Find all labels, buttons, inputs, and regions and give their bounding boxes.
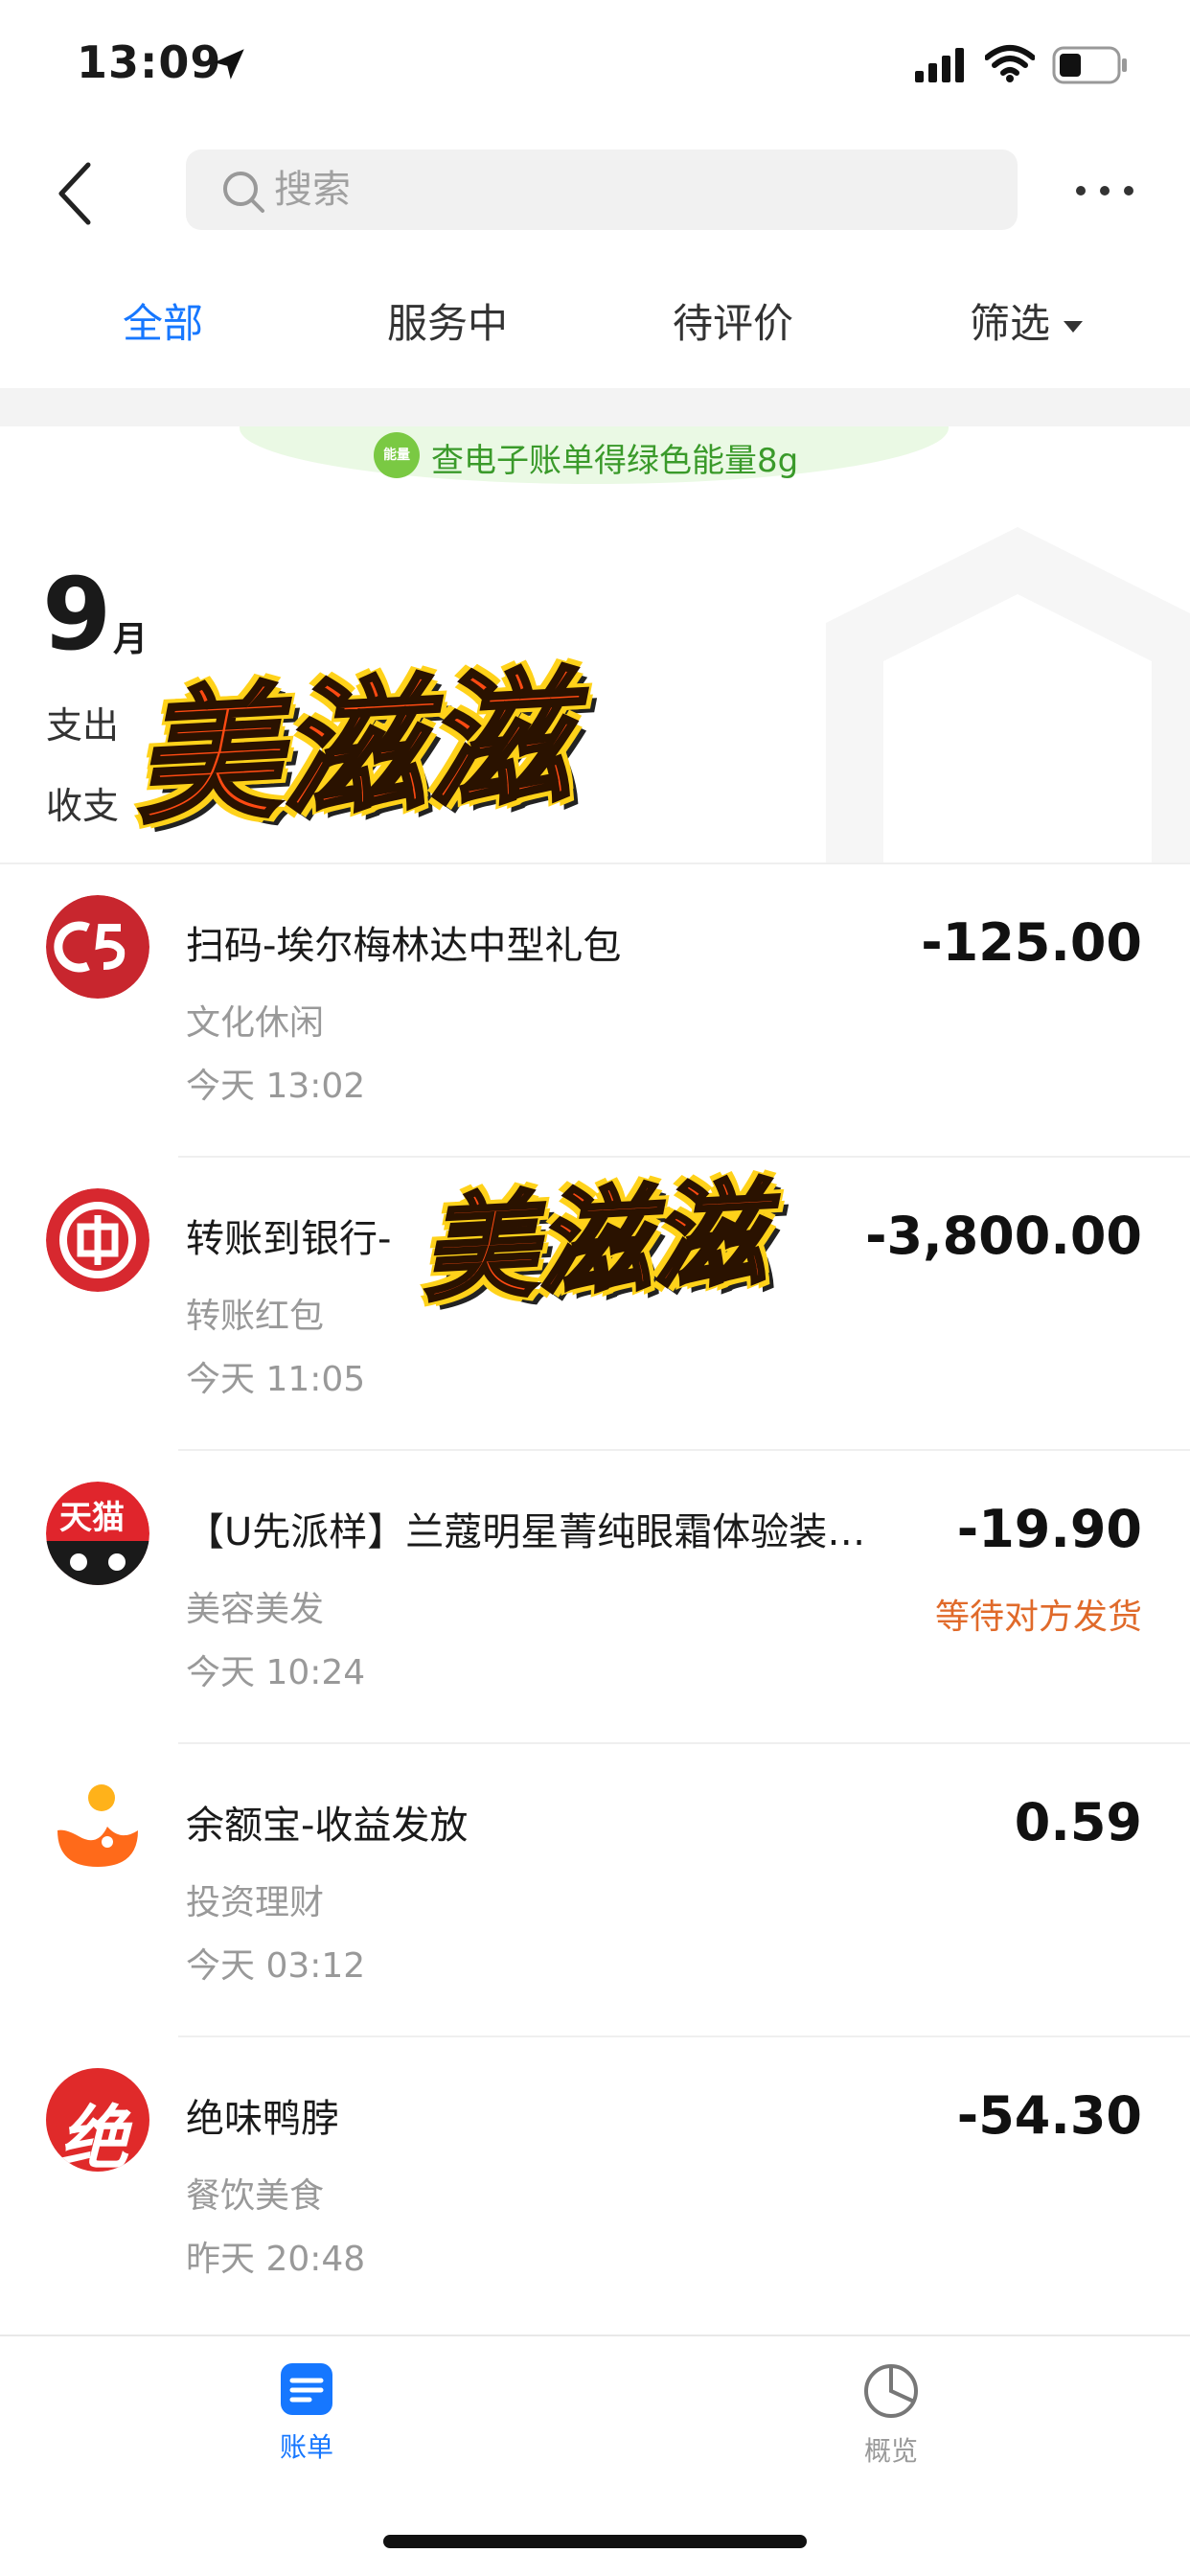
transaction-time: 今天 11:05: [186, 1360, 366, 1399]
c5-logo-icon: [46, 895, 149, 999]
search-box[interactable]: [186, 150, 1018, 230]
transaction-row[interactable]: 绝 绝味鸭脖 餐饮美食 昨天 20:48 -54.30: [0, 2037, 1190, 2331]
transaction-amount: 0.59: [1014, 1792, 1142, 1852]
tab-all[interactable]: 全部: [123, 291, 203, 350]
transaction-category: 餐饮美食: [186, 2176, 325, 2216]
transaction-amount: -125.00: [921, 912, 1142, 973]
transaction-title: 扫码-埃尔梅林达中型礼包: [186, 924, 622, 968]
background-hexagon-icon: [826, 527, 1190, 862]
status-time: 13:09: [77, 36, 222, 88]
juewei-logo-text: 绝: [59, 2098, 129, 2172]
energy-banner-text: 查电子账单得绿色能量8g: [431, 442, 799, 480]
transaction-time: 今天 13:02: [186, 1067, 366, 1106]
expense-label: 支出: [46, 704, 120, 747]
search-input[interactable]: [274, 167, 945, 213]
transaction-row[interactable]: 扫码-埃尔梅林达中型礼包 文化休闲 今天 13:02 -125.00: [0, 864, 1190, 1158]
battery-icon: [1052, 46, 1127, 84]
month-summary: 9 月 支出 收支 美滋滋: [0, 518, 1190, 862]
tab-in-service[interactable]: 服务中: [387, 291, 508, 350]
transaction-title: 余额宝-收益发放: [186, 1804, 469, 1848]
cellular-signal-icon: [915, 48, 964, 82]
more-icon[interactable]: [1071, 176, 1138, 205]
transaction-category: 投资理财: [186, 1883, 325, 1922]
transaction-amount: -3,800.00: [865, 1206, 1142, 1266]
wifi-icon: [985, 45, 1035, 82]
energy-leaf-icon: 能量: [374, 432, 420, 478]
section-divider: [0, 388, 1190, 426]
month-number: 9: [42, 556, 112, 673]
transaction-category: 转账红包: [186, 1297, 325, 1336]
transaction-time: 今天 10:24: [186, 1653, 366, 1692]
balance-label: 收支: [46, 785, 120, 827]
energy-banner[interactable]: 能量 查电子账单得绿色能量8g: [240, 426, 949, 484]
nav-bill[interactable]: 账单: [259, 2361, 355, 2465]
search-icon: [223, 172, 264, 213]
transaction-title: 绝味鸭脖: [186, 2097, 339, 2141]
transaction-time: 今天 03:12: [186, 1946, 366, 1986]
transaction-status: 等待对方发货: [934, 1598, 1142, 1637]
transaction-list: 扫码-埃尔梅林达中型礼包 文化休闲 今天 13:02 -125.00 转账到银行…: [0, 864, 1190, 2331]
tab-to-review[interactable]: 待评价: [673, 291, 793, 350]
status-bar: 13:09: [0, 0, 1190, 130]
header: [0, 130, 1190, 255]
nav-bill-label: 账单: [279, 2431, 333, 2463]
nav-overview[interactable]: 概览: [843, 2361, 939, 2469]
icbc-logo-icon: [46, 1188, 149, 1292]
sticker-text: 美滋滋: [128, 653, 577, 846]
back-arrow-icon[interactable]: [48, 155, 105, 232]
pie-chart-icon: [864, 2364, 918, 2418]
home-indicator: [383, 2535, 807, 2548]
location-arrow-icon: [214, 49, 244, 80]
filter-tabs: 全部 服务中 待评价 筛选: [0, 278, 1190, 364]
caret-down-icon: [1064, 320, 1084, 333]
transaction-amount: -19.90: [956, 1499, 1142, 1559]
sticker-text: 美滋滋: [417, 1165, 772, 1320]
transaction-title: 转账到银行-: [186, 1217, 392, 1261]
tmall-logo-text: 天猫: [59, 1499, 125, 1537]
bill-icon: [281, 2363, 332, 2415]
transaction-title: 【U先派样】兰蔻明星菁纯眼霜体验装…: [186, 1510, 866, 1554]
transaction-row[interactable]: 天猫 【U先派样】兰蔻明星菁纯眼霜体验装… 美容美发 今天 10:24 -19.…: [0, 1451, 1190, 1744]
yuebao-logo-icon: [46, 1775, 149, 1878]
tab-filter[interactable]: 筛选: [970, 291, 1084, 350]
tab-filter-label: 筛选: [970, 300, 1051, 347]
transaction-category: 美容美发: [186, 1590, 325, 1629]
juewei-logo-icon: 绝: [46, 2068, 149, 2172]
transaction-row[interactable]: 余额宝-收益发放 投资理财 今天 03:12 0.59: [0, 1744, 1190, 2037]
tmall-logo-icon: 天猫: [46, 1482, 149, 1585]
transaction-amount: -54.30: [956, 2085, 1142, 2146]
nav-overview-label: 概览: [863, 2435, 918, 2467]
transaction-time: 昨天 20:48: [186, 2240, 366, 2279]
transaction-category: 文化休闲: [186, 1003, 325, 1043]
